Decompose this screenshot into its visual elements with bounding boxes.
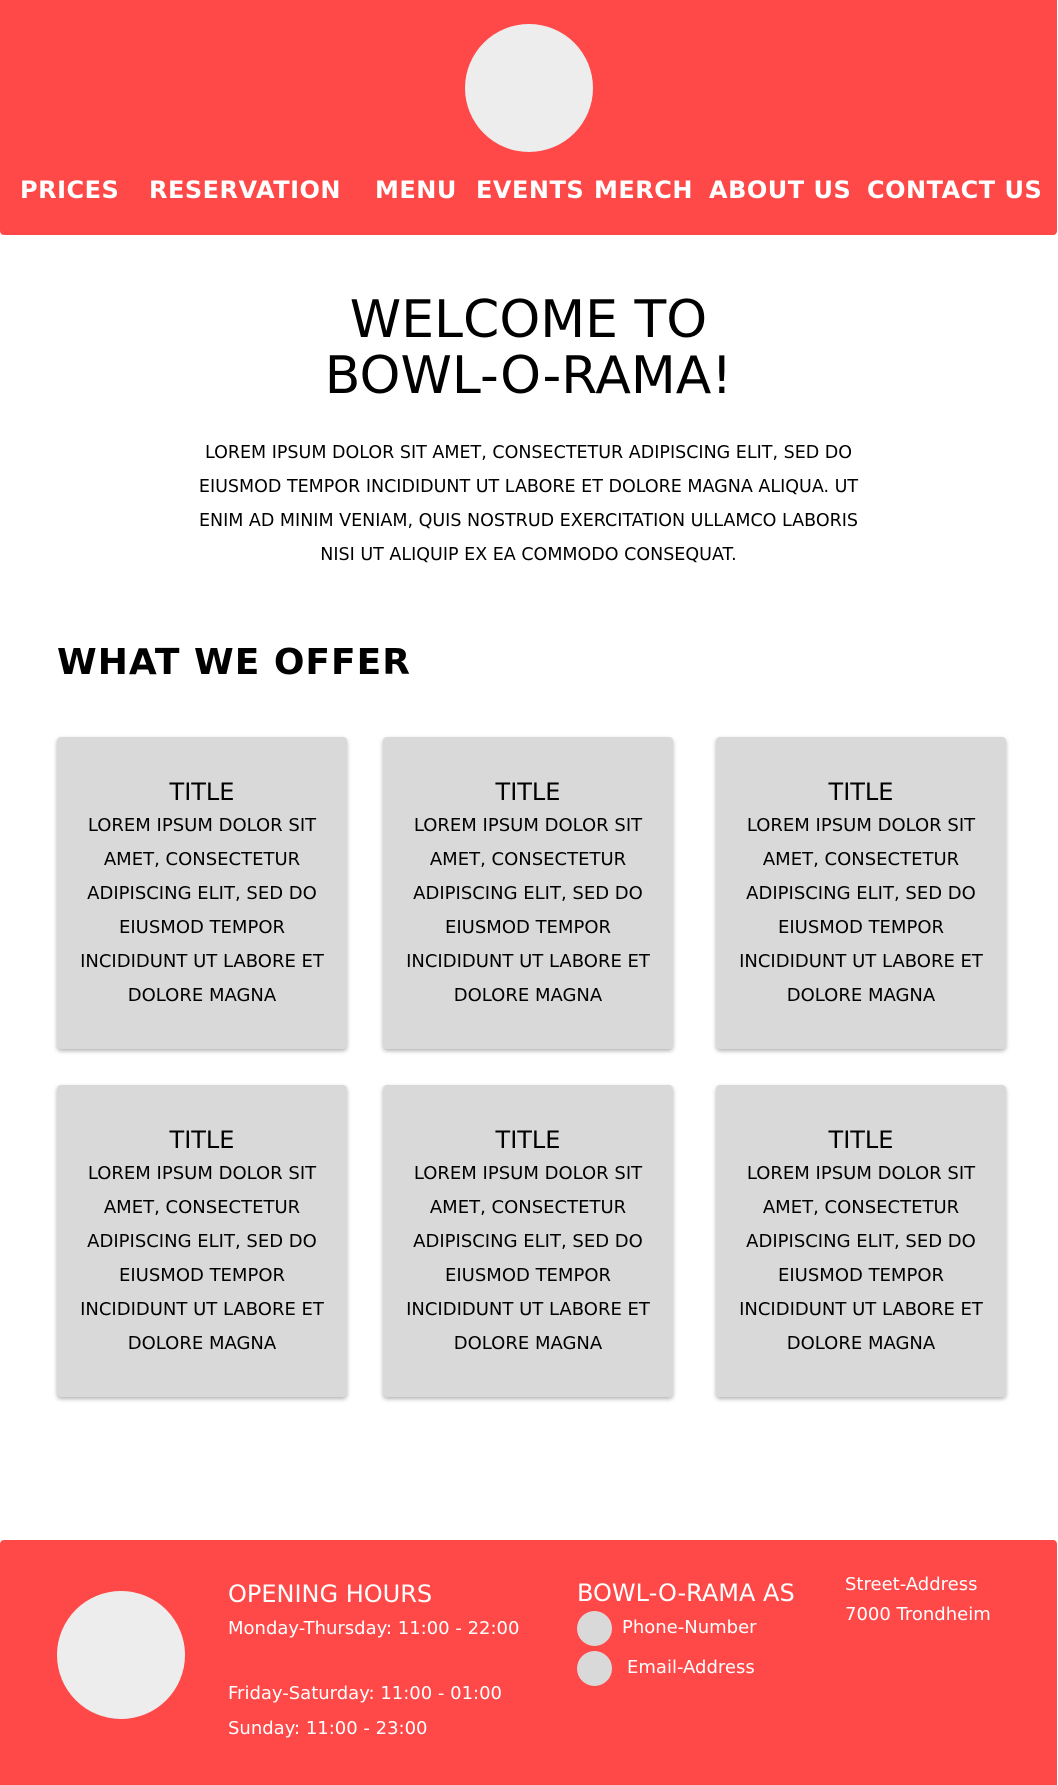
site-footer: OPENING HOURS Monday-Thursday: 11:00 - 2… (0, 1540, 1057, 1785)
offer-card: TITLE LOREM IPSUM DOLOR SIT AMET, CONSEC… (57, 1085, 347, 1397)
company-name: BOWL-O-RAMA AS (577, 1579, 795, 1607)
nav-item-prices[interactable]: PRICES (20, 172, 119, 208)
nav-item-about-us[interactable]: ABOUT US (709, 172, 851, 208)
offer-card-text: LOREM IPSUM DOLOR SIT AMET, CONSECTETUR … (80, 815, 324, 1006)
logo-icon[interactable] (465, 24, 593, 152)
offer-card-title: TITLE (169, 1126, 235, 1154)
offer-card-title: TITLE (828, 1126, 894, 1154)
email-address-link[interactable]: Email-Address (627, 1655, 755, 1681)
nav-item-contact-us[interactable]: CONTACT US (867, 172, 1042, 208)
offer-card: TITLE LOREM IPSUM DOLOR SIT AMET, CONSEC… (383, 737, 673, 1049)
opening-hours-title: OPENING HOURS (228, 1580, 433, 1608)
nav-item-reservation[interactable]: RESERVATION (149, 172, 341, 208)
offer-card-title: TITLE (169, 778, 235, 806)
footer-logo-icon[interactable] (57, 1591, 185, 1719)
offer-heading: WHAT WE OFFER (57, 642, 411, 683)
welcome-text: LOREM IPSUM DOLOR SIT AMET, CONSECTETUR … (198, 443, 859, 565)
offer-card-title: TITLE (495, 1126, 561, 1154)
city-address: 7000 Trondheim (845, 1604, 991, 1625)
welcome-title: WELCOME TO BOWL-O-RAMA! (0, 292, 1057, 404)
offer-card-text: LOREM IPSUM DOLOR SIT AMET, CONSECTETUR … (406, 815, 650, 1006)
main-nav: PRICES RESERVATION MENU EVENTS MERCH ABO… (0, 172, 1057, 208)
offer-card-text: LOREM IPSUM DOLOR SIT AMET, CONSECTETUR … (80, 1163, 324, 1354)
nav-item-menu[interactable]: MENU (375, 172, 457, 208)
opening-hours-line: Monday-Thursday: 11:00 - 22:00 (228, 1618, 520, 1639)
offer-card-text: LOREM IPSUM DOLOR SIT AMET, CONSECTETUR … (739, 1163, 983, 1354)
offer-card: TITLE LOREM IPSUM DOLOR SIT AMET, CONSEC… (57, 737, 347, 1049)
email-icon[interactable] (577, 1651, 612, 1686)
phone-icon[interactable] (577, 1611, 612, 1646)
offer-card-text: LOREM IPSUM DOLOR SIT AMET, CONSECTETUR … (406, 1163, 650, 1354)
nav-item-merch[interactable]: MERCH (594, 172, 693, 208)
site-header: PRICES RESERVATION MENU EVENTS MERCH ABO… (0, 0, 1057, 235)
welcome-title-line-1: WELCOME TO (349, 290, 708, 350)
offer-card: TITLE LOREM IPSUM DOLOR SIT AMET, CONSEC… (716, 1085, 1006, 1397)
offer-card-title: TITLE (828, 778, 894, 806)
opening-hours-line: Friday-Saturday: 11:00 - 01:00 (228, 1683, 503, 1704)
offer-card-title: TITLE (495, 778, 561, 806)
nav-item-events[interactable]: EVENTS (476, 172, 584, 208)
offer-card-text: LOREM IPSUM DOLOR SIT AMET, CONSECTETUR … (739, 815, 983, 1006)
welcome-title-line-2: BOWL-O-RAMA! (324, 346, 733, 406)
street-address: Street-Address (845, 1574, 978, 1595)
offer-card: TITLE LOREM IPSUM DOLOR SIT AMET, CONSEC… (383, 1085, 673, 1397)
phone-number-link[interactable]: Phone-Number (622, 1615, 757, 1641)
opening-hours-line: Sunday: 11:00 - 23:00 (228, 1718, 428, 1739)
offer-card: TITLE LOREM IPSUM DOLOR SIT AMET, CONSEC… (716, 737, 1006, 1049)
